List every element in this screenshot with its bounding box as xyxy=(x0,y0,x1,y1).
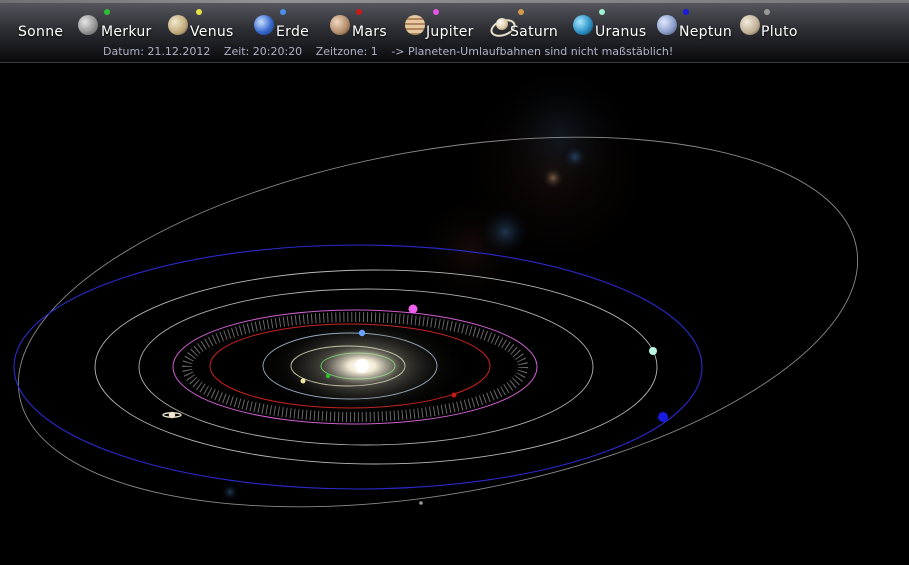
pluto-marker-icon xyxy=(764,9,770,15)
nav-sonne-label: Sonne xyxy=(18,24,64,40)
nav-venus[interactable]: Venus xyxy=(168,8,240,44)
nav-jupiter-label: Jupiter xyxy=(426,24,474,40)
nav-neptun-label: Neptun xyxy=(679,24,733,40)
venus-planet[interactable] xyxy=(300,378,306,384)
nav-erde-label: Erde xyxy=(276,24,310,40)
nav-uranus[interactable]: Uranus xyxy=(573,8,653,44)
earth-planet[interactable] xyxy=(358,329,366,337)
timezone-text: Zeitzone: 1 xyxy=(315,45,378,58)
nav-pluto-label: Pluto xyxy=(761,24,798,40)
nav-saturn-label: Saturn xyxy=(510,24,559,40)
time-text: Zeit: 20:20:20 xyxy=(223,45,303,58)
erde-marker-icon xyxy=(280,9,286,15)
venus-marker-icon xyxy=(196,9,202,15)
mars-planet[interactable] xyxy=(451,392,457,398)
date-text: Datum: 21.12.2012 xyxy=(103,45,211,58)
saturn-planet[interactable] xyxy=(162,411,182,419)
pluto-planet[interactable] xyxy=(419,501,423,505)
mercury-planet[interactable] xyxy=(325,373,331,379)
lens-flare xyxy=(221,483,239,501)
nav-merkur-label: Merkur xyxy=(101,24,152,40)
lens-flare xyxy=(541,166,565,190)
saturn-marker-icon xyxy=(518,9,524,15)
erde-planet-icon xyxy=(254,15,274,35)
pluto-planet-icon xyxy=(740,15,760,35)
uranus-marker-icon xyxy=(599,9,605,15)
nav-jupiter[interactable]: Jupiter xyxy=(405,8,483,44)
nav-saturn[interactable]: Saturn xyxy=(488,8,570,44)
jupiter-marker-icon xyxy=(433,9,439,15)
uranus-planet[interactable] xyxy=(649,347,657,355)
nav-mars[interactable]: Mars xyxy=(330,8,394,44)
info-line: Datum: 21.12.2012 Zeit: 20:20:20 Zeitzon… xyxy=(103,45,683,58)
saturn-body-icon xyxy=(496,18,508,30)
nav-neptun[interactable]: Neptun xyxy=(657,8,737,44)
solar-system-view[interactable] xyxy=(0,0,909,565)
uranus-planet-icon xyxy=(573,15,593,35)
nav-uranus-label: Uranus xyxy=(595,24,647,40)
top-toolbar: Sonne Merkur Venus Erde Mars Jupiter Sat… xyxy=(0,0,909,63)
merkur-marker-icon xyxy=(104,9,110,15)
mars-planet-icon xyxy=(330,15,350,35)
merkur-planet-icon xyxy=(78,15,98,35)
nav-erde[interactable]: Erde xyxy=(254,8,318,44)
sun[interactable] xyxy=(355,359,369,373)
nav-pluto[interactable]: Pluto xyxy=(740,8,810,44)
neptune-planet[interactable] xyxy=(658,412,668,422)
venus-planet-icon xyxy=(168,15,188,35)
neptun-marker-icon xyxy=(683,9,689,15)
jupiter-planet[interactable] xyxy=(408,304,418,314)
lens-flare xyxy=(562,144,588,170)
nav-mars-label: Mars xyxy=(352,24,387,40)
nav-merkur[interactable]: Merkur xyxy=(78,8,160,44)
pluto-orbit xyxy=(17,136,859,508)
neptun-planet-icon xyxy=(657,15,677,35)
mars-marker-icon xyxy=(356,9,362,15)
jupiter-planet-icon xyxy=(405,15,425,35)
scale-note-text: -> Planeten-Umlaufbahnen sind nicht maßs… xyxy=(391,45,674,58)
nav-sonne[interactable]: Sonne xyxy=(0,8,70,44)
nav-venus-label: Venus xyxy=(190,24,234,40)
